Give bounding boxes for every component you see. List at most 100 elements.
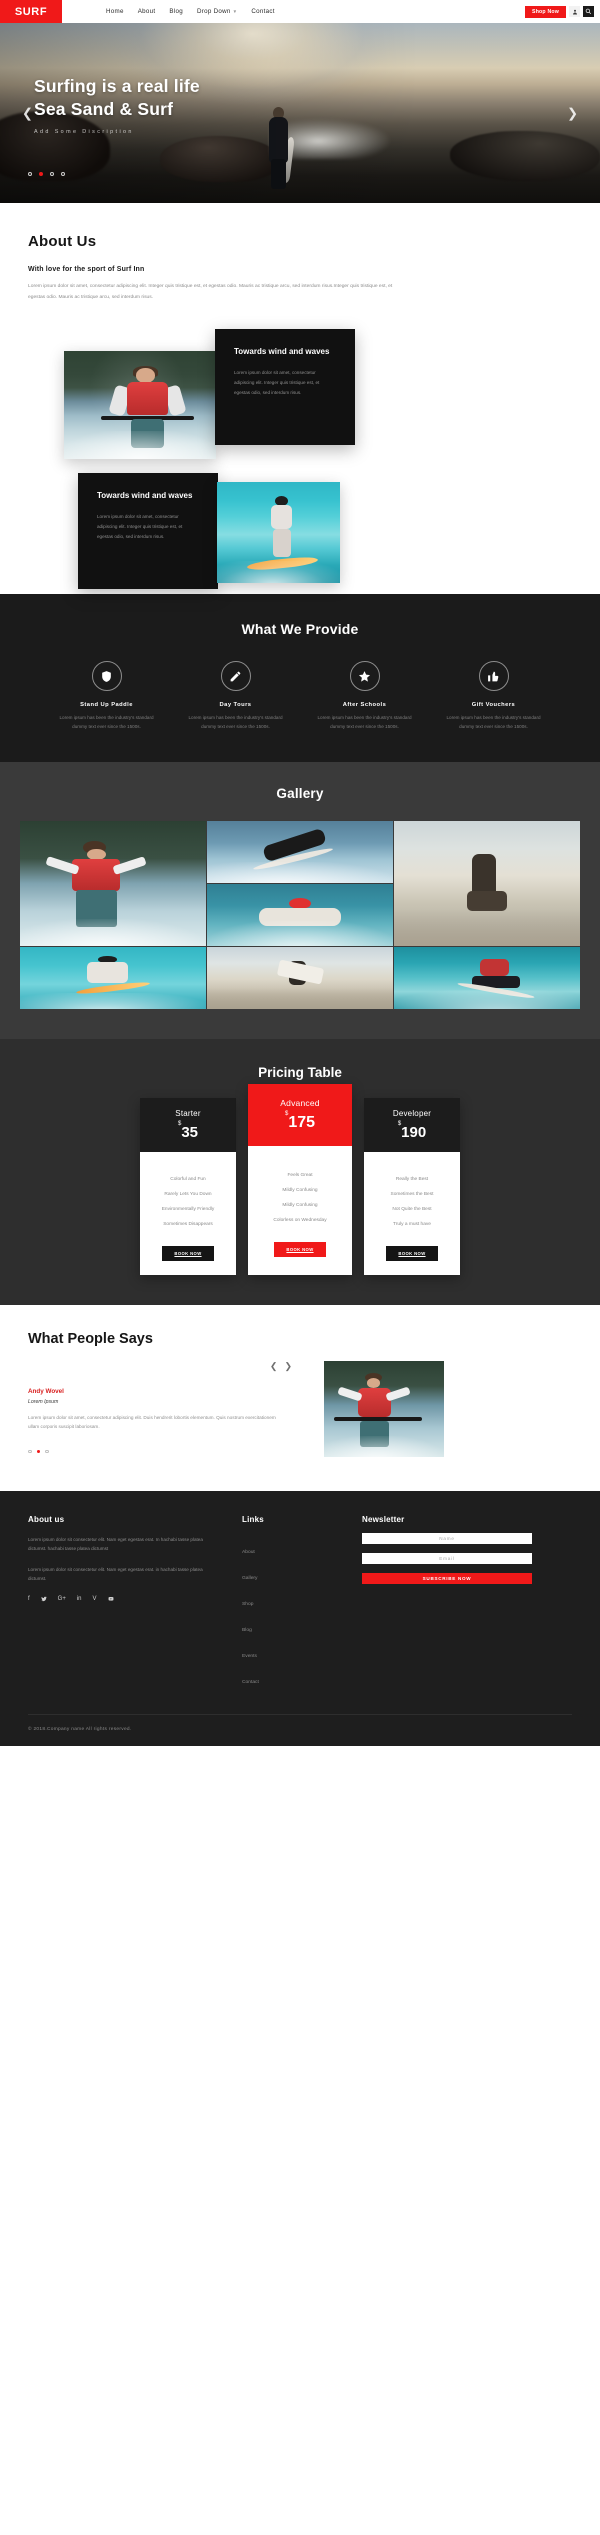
hero-next-arrow[interactable]: ❯ [567,107,578,120]
footer-link-shop[interactable]: Shop [242,1602,253,1607]
newsletter-email-input[interactable]: Email [362,1553,532,1564]
hero-prev-arrow[interactable]: ❮ [22,107,33,120]
footer-link-contact[interactable]: Contact [242,1680,259,1685]
plan-header: Starter $35 [140,1098,236,1152]
hero-dot-2[interactable] [39,172,43,176]
footer: About us Lorem ipsum dolor sit consectet… [0,1491,600,1746]
feature-list: Stand Up Paddle Lorem ipsum has been the… [18,661,582,732]
gallery-item-woman-walking[interactable] [207,947,393,1009]
feature-after-schools[interactable]: After Schools Lorem ipsum has been the i… [312,661,417,732]
nav-item-home[interactable]: Home [106,8,124,15]
footer-link-gallery[interactable]: Gallery [242,1576,258,1581]
footer-about-column: About us Lorem ipsum dolor sit consectet… [28,1515,218,1692]
user-icon[interactable] [569,6,580,17]
newsletter-name-placeholder: Name [439,1536,455,1541]
hero-dot-3[interactable] [50,172,54,176]
feature-title: Gift Vouchers [471,702,516,709]
plan-price-value: 35 [181,1124,199,1141]
testimonial-photo [324,1361,444,1457]
brand-logo[interactable]: SURF [0,0,62,23]
chevron-down-icon: ▼ [232,9,238,14]
pricing-plans: Starter $35 Colorful and Fun Rarely Lets… [22,1084,578,1275]
feature-stand-up-paddle[interactable]: Stand Up Paddle Lorem ipsum has been the… [54,661,159,732]
book-now-button[interactable]: BOOK NOW [386,1246,438,1261]
footer-link-events[interactable]: Events [242,1654,257,1659]
plan-price: $190 [370,1121,454,1141]
nav-label: Contact [251,8,275,15]
nav-label: About [137,8,156,15]
book-now-button[interactable]: BOOK NOW [274,1242,326,1257]
testimonial-body: ❮ ❯ Andy Wovel Lorem Ipsum Lorem ipsum d… [28,1361,572,1457]
gallery-item-woman-sitting[interactable] [394,821,580,946]
youtube-icon[interactable] [108,1596,114,1604]
facebook-icon[interactable]: f [28,1596,30,1604]
plan-features: Colorful and Fun Rarely Lets You Down En… [146,1172,230,1232]
gallery-item-wakeboarder[interactable] [207,821,393,883]
testimonial-dot-1[interactable] [28,1449,32,1454]
nav-item-contact[interactable]: Contact [251,8,274,15]
shop-now-button[interactable]: Shop Now [525,5,566,18]
testimonial-content: ❮ ❯ Andy Wovel Lorem Ipsum Lorem ipsum d… [28,1361,308,1454]
twitter-icon[interactable] [40,1596,47,1604]
feature-text: Lorem ipsum has been the industry's stan… [317,715,412,730]
google-plus-icon[interactable]: G+ [58,1596,66,1604]
about-section: About Us With love for the sport of Surf… [0,203,600,595]
hero-content: Surfing is a real life Sea Sand & Surf A… [34,75,364,135]
book-now-button[interactable]: BOOK NOW [162,1246,214,1261]
subscribe-now-button[interactable]: SUBSCRIBE NOW [362,1573,532,1584]
plan-price: $175 [254,1110,346,1132]
footer-newsletter-heading: Newsletter [362,1515,405,1524]
testimonial-next-arrow[interactable]: ❯ [284,1361,292,1372]
feature-gift-vouchers[interactable]: Gift Vouchers Lorem ipsum has been the i… [441,661,546,732]
gallery-item-red-cap-swimmer[interactable] [207,884,393,946]
plan-name: Developer [392,1109,432,1118]
gallery-item-surfer-riding-wave[interactable] [394,947,580,1009]
pricing-plan-advanced: Advanced $175 Feels Great Mildly Confusi… [248,1084,352,1275]
list-item: Gallery [242,1562,338,1588]
plan-feature: Colorless on Wednesday [273,1218,327,1223]
feature-title: After Schools [342,702,387,709]
footer-social-links: f G+ in V [28,1596,218,1604]
pencil-icon [220,661,251,692]
plan-feature: Sometimes the Best [390,1192,434,1197]
testimonial-nav: ❮ ❯ [28,1361,308,1372]
currency-symbol: $ [397,1121,402,1127]
about-card-1-text: Lorem ipsum dolor sit amet, consectetur … [234,370,320,395]
plan-price-value: 175 [288,1114,316,1131]
nav-label: Blog [169,8,183,15]
pricing-plan-starter: Starter $35 Colorful and Fun Rarely Lets… [140,1098,236,1275]
nav-item-about[interactable]: About [138,8,156,15]
hero-dot-4[interactable] [61,172,65,176]
linkedin-icon[interactable]: in [77,1596,82,1604]
nav-item-blog[interactable]: Blog [169,8,183,15]
footer-links-list: About Gallery Shop Blog Events Contact [242,1536,338,1692]
gallery-grid [20,821,580,1009]
navbar-actions: Shop Now [525,0,600,23]
hero-dot-1[interactable] [28,172,32,176]
water-spray [64,431,216,460]
testimonial-section: What People Says ❮ ❯ Andy Wovel Lorem Ip… [0,1305,600,1491]
footer-link-about[interactable]: About [242,1550,255,1555]
vimeo-icon[interactable]: V [93,1596,97,1604]
feature-title: Stand Up Paddle [80,702,133,709]
pricing-plan-developer: Developer $190 Really the Best Sometimes… [364,1098,460,1275]
plan-header: Developer $190 [364,1098,460,1152]
gallery-item-water-skier[interactable] [20,821,206,946]
gallery-item-surfer-on-board[interactable] [20,947,206,1009]
pricing-section: Pricing Table Starter $35 Colorful and F… [0,1039,600,1305]
search-icon[interactable] [583,6,594,17]
about-photo-waterskier [64,351,216,460]
currency-symbol: $ [284,1110,289,1117]
nav-item-dropdown[interactable]: Drop Down ▼ [197,8,237,15]
pricing-heading: Pricing Table [258,1065,342,1080]
feature-text: Lorem ipsum has been the industry's stan… [188,715,283,730]
about-cards: Towards wind and waves Lorem ipsum dolor… [28,329,572,594]
testimonial-dot-3[interactable] [45,1449,49,1454]
plan-feature: Colorful and Fun [170,1177,206,1182]
feature-day-tours[interactable]: Day Tours Lorem ipsum has been the indus… [183,661,288,732]
testimonial-dot-2[interactable] [36,1449,40,1454]
testimonial-prev-arrow[interactable]: ❮ [270,1361,278,1372]
newsletter-name-input[interactable]: Name [362,1533,532,1544]
footer-links-heading: Links [242,1515,264,1524]
footer-link-blog[interactable]: Blog [242,1628,252,1633]
